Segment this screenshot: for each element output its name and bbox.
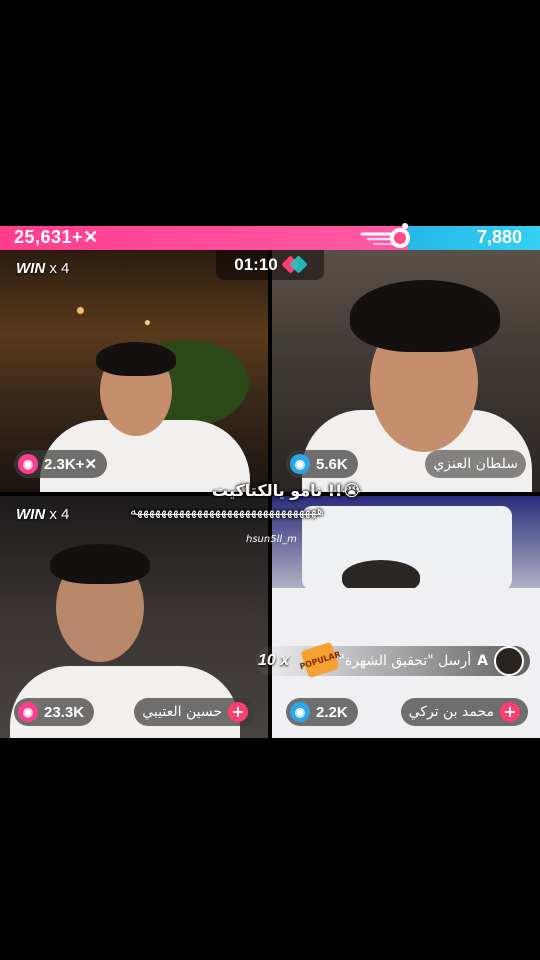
follow-plus-icon[interactable]: +	[228, 702, 248, 722]
win-streak-label: WIN x 4	[16, 506, 69, 523]
camera-blue-icon: ◉	[290, 454, 310, 474]
diamond-pair-icon	[284, 258, 306, 272]
streamer-name-top-right[interactable]: سلطان العنزي	[425, 450, 526, 478]
streamer-name-bottom-right[interactable]: + محمد بن تركي	[400, 698, 528, 726]
win-label: WIN	[16, 506, 46, 523]
video-tile-bottom-right[interactable]: ◉ 2.2K + محمد بن تركي	[272, 496, 540, 738]
video-tile-top-left[interactable]: WIN x 4 ◉ 2.3K+✕	[0, 250, 268, 492]
win-label: WIN	[16, 260, 46, 277]
caption-line-2: هههههههههههههههههههههههههههههههه	[130, 504, 324, 519]
points-pill-bottom-left: ◉ 23.3K	[14, 698, 95, 726]
gift-sender-initial: A	[477, 653, 488, 669]
streamer-name: سلطان العنزي	[433, 456, 518, 472]
gift-notification-banner: أرسل "تحقيق الشهرة" A	[256, 646, 530, 676]
camera-pink-icon: ◉	[18, 702, 38, 722]
points-value: 23.3K	[44, 703, 85, 721]
gift-text: أرسل "تحقيق الشهرة"	[338, 653, 472, 669]
right-team-score-area: 7,880	[408, 226, 540, 250]
right-team-score: 7,880	[476, 227, 522, 247]
video-tile-top-right[interactable]: ◉ 5.6K سلطان العنزي	[272, 250, 540, 492]
points-value: 5.6K	[316, 455, 348, 473]
left-team-score-area: 25,631+✕	[0, 226, 408, 250]
win-multiplier: x 4	[49, 260, 70, 277]
person-hair	[350, 280, 500, 352]
streamer-name: حسين العتيبي	[142, 704, 222, 720]
points-value: 2.2K	[316, 703, 348, 721]
battle-score-bar: 25,631+✕ 7,880	[0, 223, 540, 250]
battle-comet-icon	[360, 223, 410, 248]
battle-timer: 01:10	[216, 250, 324, 280]
timer-value: 01:10	[234, 255, 278, 274]
camera-blue-icon: ◉	[290, 702, 310, 722]
camera-pink-icon: ◉	[18, 454, 38, 474]
person-hair	[96, 342, 176, 376]
win-streak-label: WIN x 4	[16, 260, 69, 277]
left-team-score: 25,631+✕	[14, 227, 99, 247]
person-hair	[50, 544, 150, 584]
points-pill-top-right: ◉ 5.6K	[286, 450, 358, 478]
caption-line-1: نامو يالكتاكيت !!😭	[212, 481, 362, 500]
gift-count: 10 x	[258, 652, 290, 669]
creator-username: hsun5ll_m	[246, 534, 297, 545]
follow-plus-icon[interactable]: +	[500, 702, 520, 722]
gift-sender-avatar[interactable]	[494, 646, 524, 676]
win-multiplier: x 4	[49, 506, 70, 523]
points-value: 2.3K+✕	[44, 456, 98, 473]
video-tile-bottom-left[interactable]: WIN x 4 ◉ 23.3K + حسين العتيبي	[0, 496, 268, 738]
points-pill-bottom-right: ◉ 2.2K	[286, 698, 358, 726]
streamer-name-bottom-left[interactable]: + حسين العتيبي	[134, 698, 256, 726]
points-pill-top-left: ◉ 2.3K+✕	[14, 450, 108, 478]
streamer-name: محمد بن تركي	[408, 704, 494, 720]
